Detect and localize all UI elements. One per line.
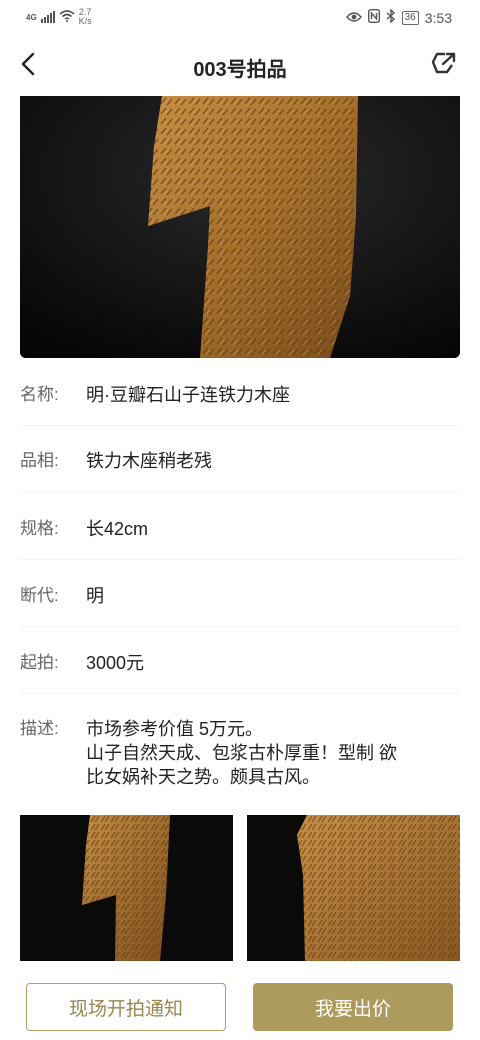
era-label: 断代:: [20, 586, 59, 605]
description-line: 山子自然天成、包浆古朴厚重！型制 欲: [86, 743, 397, 763]
name-label: 名称:: [20, 385, 59, 404]
lot-details: 名称: 明·豆瓣石山子连铁力木座 品相: 铁力木座稍老残 规格: 长42cm 断…: [20, 358, 460, 789]
page-title: 003号拍品: [193, 59, 287, 81]
wifi-icon: [59, 9, 75, 25]
start-price-value: 3000元: [86, 653, 145, 673]
network-type: 4G: [26, 12, 37, 22]
share-button[interactable]: [426, 48, 462, 84]
description-value: 市场参考价值 5万元。 山子自然天成、包浆古朴厚重！型制 欲 比女娲补天之势。颇…: [86, 717, 397, 789]
condition-label: 品相:: [20, 451, 59, 470]
battery-indicator: 36: [401, 10, 419, 25]
status-right: 36 3:53: [345, 8, 452, 26]
condition-value: 铁力木座稍老残: [86, 451, 212, 471]
size-label: 规格:: [20, 519, 59, 538]
thumbnail-gallery: [20, 815, 460, 961]
main-artifact-image[interactable]: [20, 96, 460, 358]
description-label: 描述:: [20, 719, 59, 738]
place-bid-button[interactable]: 我要出价: [253, 983, 453, 1031]
speed-unit: K/s: [78, 16, 92, 26]
bluetooth-icon: [386, 8, 396, 26]
network-speed: 2.7 K/s: [79, 8, 92, 26]
detail-row-description: 描述: 市场参考价值 5万元。 山子自然天成、包浆古朴厚重！型制 欲 比女娲补天…: [20, 694, 460, 789]
nfc-icon: [367, 8, 380, 26]
share-icon: [431, 51, 457, 82]
thumbnail-image-2[interactable]: [247, 815, 460, 961]
start-price-label: 起拍:: [20, 653, 59, 672]
description-line: 比女娲补天之势。颇具古风。: [86, 767, 320, 787]
detail-row-name: 名称: 明·豆瓣石山子连铁力木座: [20, 358, 460, 426]
name-value: 明·豆瓣石山子连铁力木座: [86, 385, 290, 405]
status-bar: 4G 2.7 K/s 36 3:53: [0, 0, 480, 36]
clock: 3:53: [424, 9, 452, 26]
description-line: 市场参考价值 5万元。: [86, 719, 264, 739]
status-left: 4G 2.7 K/s: [26, 8, 92, 26]
detail-row-condition: 品相: 铁力木座稍老残: [20, 426, 460, 493]
eye-icon: [345, 10, 362, 26]
header: 003号拍品: [0, 36, 480, 96]
bottom-action-bar: 现场开拍通知 我要出价: [0, 972, 480, 1040]
thumbnail-image-1[interactable]: [20, 815, 233, 961]
live-auction-notify-button[interactable]: 现场开拍通知: [26, 983, 226, 1031]
signal-icon: [40, 11, 55, 23]
era-value: 明: [86, 586, 104, 606]
detail-row-start-price: 起拍: 3000元: [20, 627, 460, 694]
size-value: 长42cm: [86, 519, 149, 539]
detail-row-size: 规格: 长42cm: [20, 493, 460, 560]
detail-row-era: 断代: 明: [20, 560, 460, 627]
